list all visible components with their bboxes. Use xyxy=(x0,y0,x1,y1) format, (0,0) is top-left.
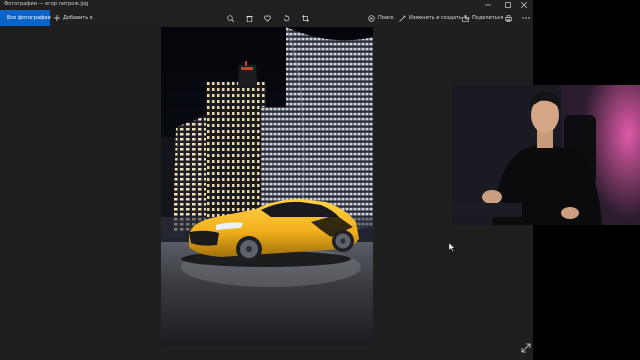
all-photos-label: Все фотографии xyxy=(7,15,51,21)
window-title: Фотографии — егор питрож.jpg xyxy=(4,1,89,7)
more-button[interactable] xyxy=(521,13,531,23)
add-to-label: Добавить к xyxy=(63,15,93,21)
more-icon xyxy=(522,17,530,19)
close-icon xyxy=(521,2,527,8)
fullscreen-button[interactable] xyxy=(521,343,531,353)
maximize-icon xyxy=(505,2,511,8)
mouse-cursor-icon xyxy=(449,243,455,252)
rotate-icon xyxy=(283,14,289,21)
share-icon xyxy=(462,14,469,22)
minimize-icon xyxy=(485,4,491,6)
add-to-button[interactable]: Добавить к xyxy=(54,10,93,26)
all-photos-button[interactable]: Все фотографии xyxy=(0,10,51,26)
close-button[interactable] xyxy=(515,0,533,10)
share-button[interactable]: Поделиться xyxy=(462,10,503,26)
rotate-button[interactable] xyxy=(281,13,291,23)
delete-button[interactable] xyxy=(244,13,254,23)
presenter-image xyxy=(452,85,640,225)
title-bar: Фотографии — егор питрож.jpg xyxy=(0,0,533,10)
toolbar: Все фотографии Добавить к Поиск Изменить… xyxy=(0,10,533,26)
print-button[interactable] xyxy=(503,13,513,23)
car-night-city-image xyxy=(161,27,373,345)
minimize-button[interactable] xyxy=(479,0,497,10)
favorite-icon xyxy=(263,15,271,22)
crop-icon xyxy=(301,14,309,22)
favorite-button[interactable] xyxy=(262,13,272,23)
search-button[interactable]: Поиск xyxy=(368,10,394,26)
expand-icon xyxy=(521,343,531,353)
plus-icon xyxy=(54,15,60,21)
share-label: Поделиться xyxy=(472,15,504,21)
crop-button[interactable] xyxy=(300,13,310,23)
photo-viewer-image[interactable] xyxy=(161,27,373,345)
zoom-button[interactable] xyxy=(225,13,235,23)
delete-icon xyxy=(245,15,253,22)
edit-create-label: Изменить и создать xyxy=(409,15,462,21)
presenter-webcam xyxy=(452,85,640,225)
edit-create-button[interactable]: Изменить и создать xyxy=(399,10,470,26)
search-icon xyxy=(368,14,375,22)
edit-icon xyxy=(399,14,406,22)
search-label: Поиск xyxy=(378,15,394,21)
zoom-icon xyxy=(226,14,234,22)
print-icon xyxy=(504,14,512,22)
